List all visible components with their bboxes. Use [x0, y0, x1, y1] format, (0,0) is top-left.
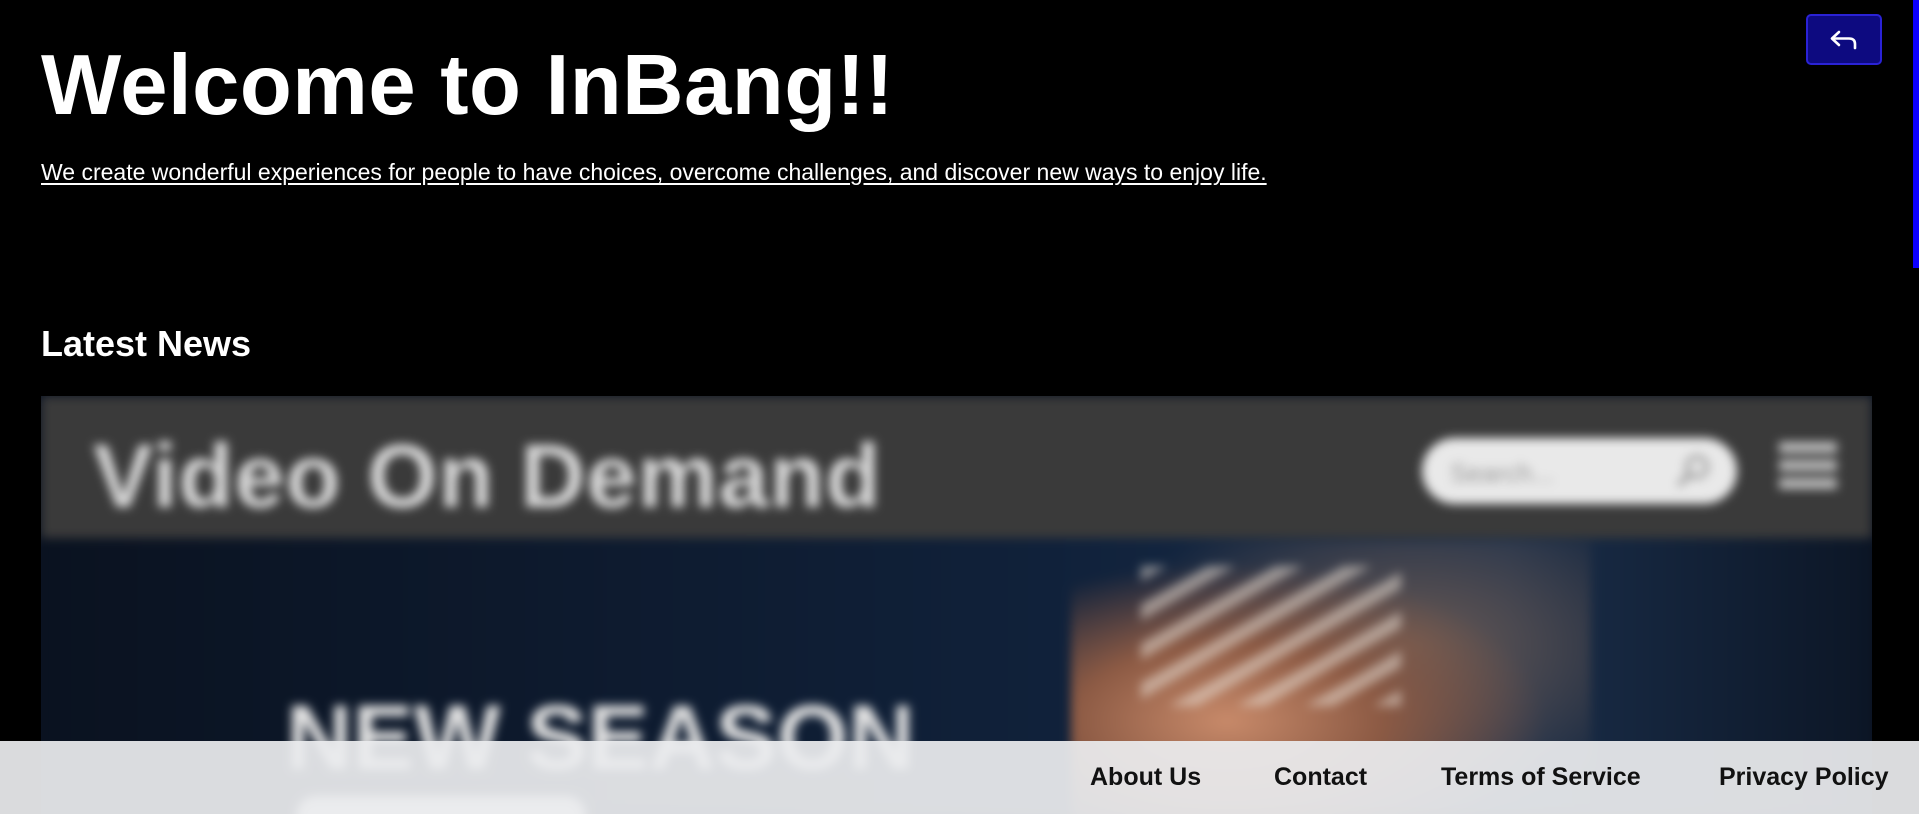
scroll-indicator[interactable] [1913, 0, 1919, 268]
footer-link-contact[interactable]: Contact [1274, 763, 1367, 792]
news-image-search-placeholder: Search... [1450, 458, 1555, 488]
footer-link-terms-of-service[interactable]: Terms of Service [1441, 763, 1641, 792]
footer-link-privacy-policy[interactable]: Privacy Policy [1719, 763, 1889, 792]
hamburger-menu-icon [1779, 442, 1837, 496]
news-image-search-bar: Search... [1422, 438, 1737, 504]
back-button[interactable] [1806, 14, 1882, 65]
hero-tagline-link[interactable]: We create wonderful experiences for peop… [41, 157, 1267, 187]
news-image-title: Video On Demand [93, 427, 882, 527]
search-icon [1677, 455, 1709, 487]
footer: About Us Contact Terms of Service Privac… [0, 741, 1919, 814]
news-image-header: Video On Demand Search... [41, 396, 1872, 538]
footer-link-about-us[interactable]: About Us [1090, 763, 1201, 792]
page: Welcome to InBang!! We create wonderful … [0, 0, 1919, 814]
news-image-detail [1141, 566, 1401, 706]
latest-news-heading: Latest News [41, 323, 252, 364]
hero-title: Welcome to InBang!! [41, 38, 895, 133]
back-arrow-icon [1830, 30, 1857, 49]
